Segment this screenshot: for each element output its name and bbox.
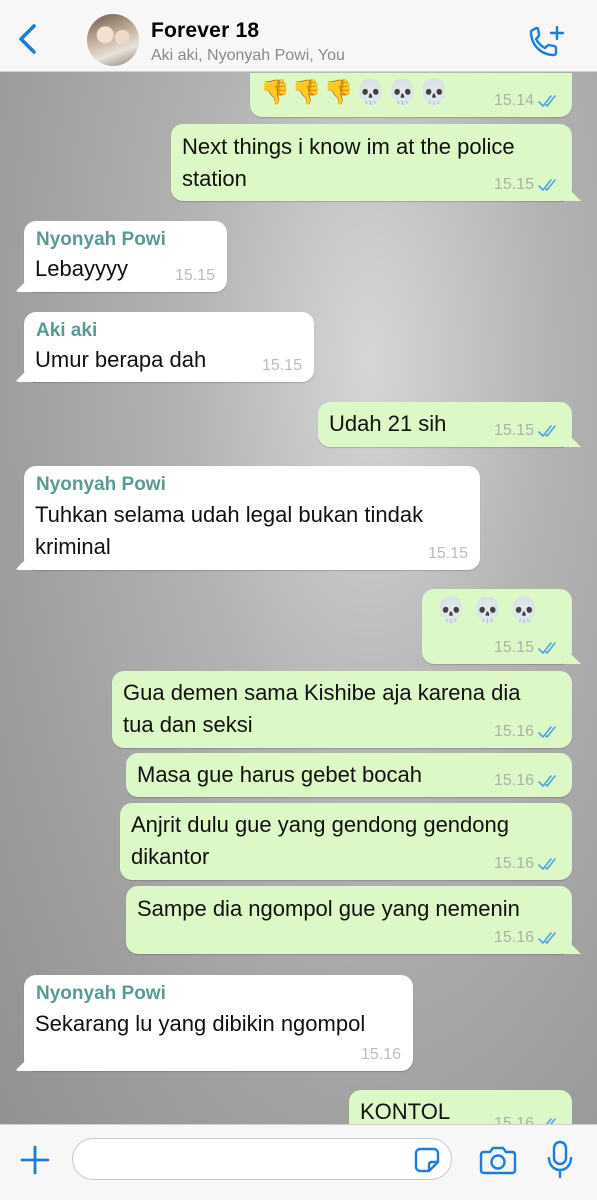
message-line: Next things i know im at the police xyxy=(182,134,515,159)
message-meta: 15.16 xyxy=(494,855,560,873)
message-sender: Nyonyah Powi xyxy=(36,229,166,250)
double-check-icon xyxy=(538,642,556,654)
double-check-icon xyxy=(538,425,556,437)
chat-title[interactable]: Forever 18 xyxy=(151,19,259,43)
phone-plus-icon[interactable] xyxy=(527,24,567,58)
message-time: 15.15 xyxy=(493,639,534,656)
composer-bar xyxy=(0,1124,597,1200)
microphone-icon[interactable] xyxy=(546,1140,574,1180)
message-incoming[interactable]: Nyonyah Powi Lebayyyy 15.15 xyxy=(24,221,227,292)
message-outgoing[interactable]: Sampe dia ngompol gue yang nemenin 15.16 xyxy=(126,886,572,954)
message-time: 15.16 xyxy=(493,929,534,946)
plus-icon[interactable] xyxy=(18,1143,52,1177)
message-line: Gua demen sama Kishibe aja karena dia xyxy=(123,680,521,705)
message-text: Masa gue harus gebet bocah xyxy=(137,762,422,787)
message-meta: 15.14 xyxy=(494,92,560,110)
message-time: 15.16 xyxy=(493,772,534,789)
sticker-icon[interactable] xyxy=(413,1146,441,1174)
message-text: Next things i know im at the police stat… xyxy=(182,131,515,195)
message-time: 15.16 xyxy=(360,1046,401,1063)
message-outgoing[interactable]: 💀 💀 💀 15.15 xyxy=(422,589,572,664)
group-avatar[interactable] xyxy=(87,14,139,66)
double-check-icon xyxy=(538,179,556,191)
message-text: Umur berapa dah xyxy=(35,347,207,372)
chat-header: Forever 18 Aki aki, Nyonyah Powi, You xyxy=(0,0,597,72)
double-check-icon xyxy=(538,775,556,787)
message-outgoing[interactable]: 👎👎👎💀💀💀 15.14 xyxy=(250,73,572,117)
message-text: Sampe dia ngompol gue yang nemenin xyxy=(137,896,520,921)
message-time: 15.15 xyxy=(174,267,215,284)
message-text: Gua demen sama Kishibe aja karena dia tu… xyxy=(123,677,520,741)
message-input[interactable] xyxy=(72,1138,452,1180)
message-line: station xyxy=(182,166,247,191)
message-outgoing[interactable]: Gua demen sama Kishibe aja karena dia tu… xyxy=(112,671,572,748)
message-incoming[interactable]: Nyonyah Powi Tuhkan selama udah legal bu… xyxy=(24,466,480,570)
message-incoming[interactable]: Aki aki Umur berapa dah 15.15 xyxy=(24,312,314,382)
message-text: Sekarang lu yang dibikin ngompol xyxy=(35,1011,366,1036)
message-time: 15.15 xyxy=(261,357,302,374)
message-meta: 15.15 xyxy=(494,176,560,194)
message-time: 15.16 xyxy=(493,855,534,872)
message-time: 15.15 xyxy=(493,176,534,193)
message-text: Udah 21 sih xyxy=(329,411,447,436)
double-check-icon xyxy=(538,858,556,870)
message-meta: 15.16 xyxy=(494,929,560,947)
message-text: 💀 💀 💀 xyxy=(436,597,539,624)
double-check-icon xyxy=(538,726,556,738)
message-meta: 15.16 xyxy=(494,772,560,790)
message-text: Lebayyyy xyxy=(35,256,128,281)
message-meta: 15.15 xyxy=(494,422,560,440)
message-sender: Nyonyah Powi xyxy=(36,983,166,1004)
message-sender: Nyonyah Powi xyxy=(36,474,166,495)
double-check-icon xyxy=(538,95,556,107)
message-line: Anjrit dulu gue yang gendong gendong xyxy=(131,812,509,837)
message-line: Tuhkan selama udah legal bukan tindak xyxy=(35,502,424,527)
message-time: 15.15 xyxy=(493,422,534,439)
message-time: 15.15 xyxy=(427,545,468,562)
message-line: dikantor xyxy=(131,844,210,869)
message-time: 15.16 xyxy=(493,723,534,740)
message-line: kriminal xyxy=(35,534,111,559)
camera-icon[interactable] xyxy=(479,1144,517,1176)
message-incoming[interactable]: Nyonyah Powi Sekarang lu yang dibikin ng… xyxy=(24,975,413,1071)
message-outgoing[interactable]: Next things i know im at the police stat… xyxy=(171,124,572,201)
message-outgoing[interactable]: Udah 21 sih 15.15 xyxy=(318,402,572,447)
message-text: Anjrit dulu gue yang gendong gendong dik… xyxy=(131,809,509,873)
message-outgoing[interactable]: Anjrit dulu gue yang gendong gendong dik… xyxy=(120,803,572,880)
double-check-icon xyxy=(538,932,556,944)
chevron-left-icon[interactable] xyxy=(14,22,44,56)
message-outgoing[interactable]: Masa gue harus gebet bocah 15.16 xyxy=(126,753,572,797)
message-meta: 15.15 xyxy=(494,639,560,657)
message-sender: Aki aki xyxy=(36,320,98,341)
message-text: 👎👎👎💀💀💀 xyxy=(260,79,452,106)
message-time: 15.14 xyxy=(493,92,534,109)
message-meta: 15.16 xyxy=(494,723,560,741)
message-line: tua dan seksi xyxy=(123,712,253,737)
message-text: Tuhkan selama udah legal bukan tindak kr… xyxy=(35,499,423,563)
chat-participants[interactable]: Aki aki, Nyonyah Powi, You xyxy=(151,47,345,65)
